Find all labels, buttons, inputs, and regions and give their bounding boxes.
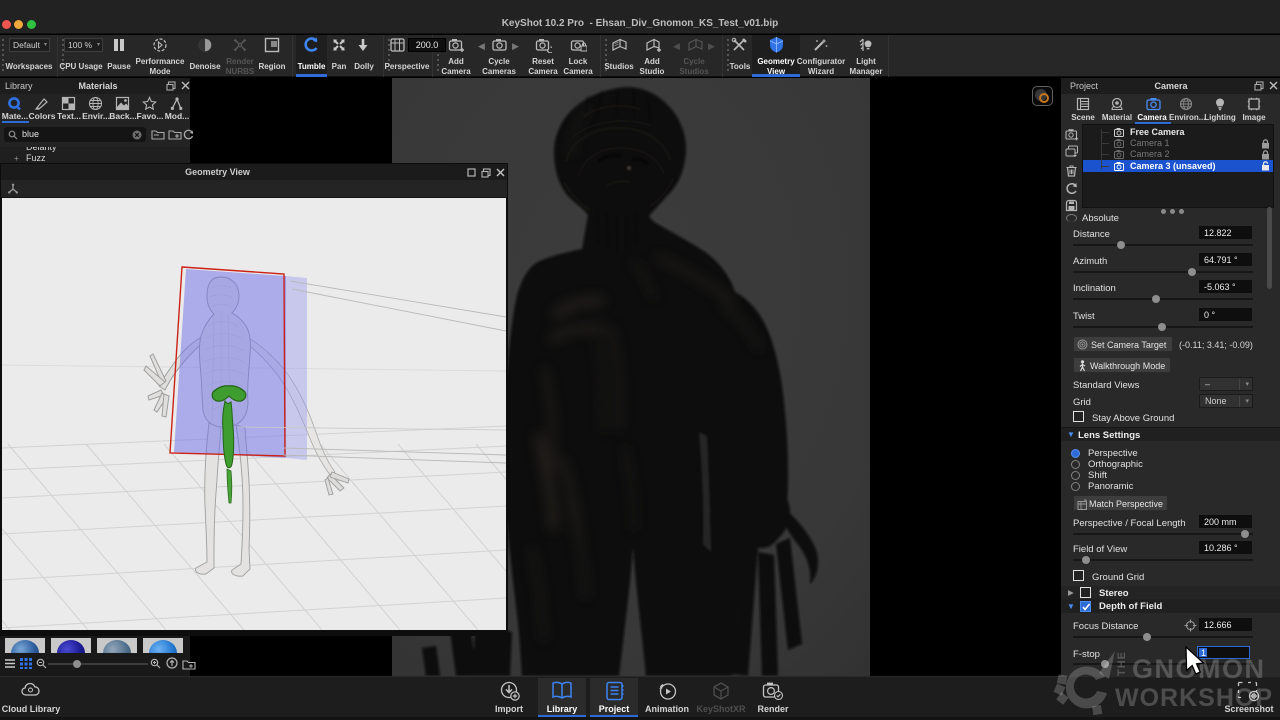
svg-text:WORKSHOP: WORKSHOP bbox=[1115, 684, 1273, 712]
svg-text:THE: THE bbox=[1116, 651, 1128, 676]
